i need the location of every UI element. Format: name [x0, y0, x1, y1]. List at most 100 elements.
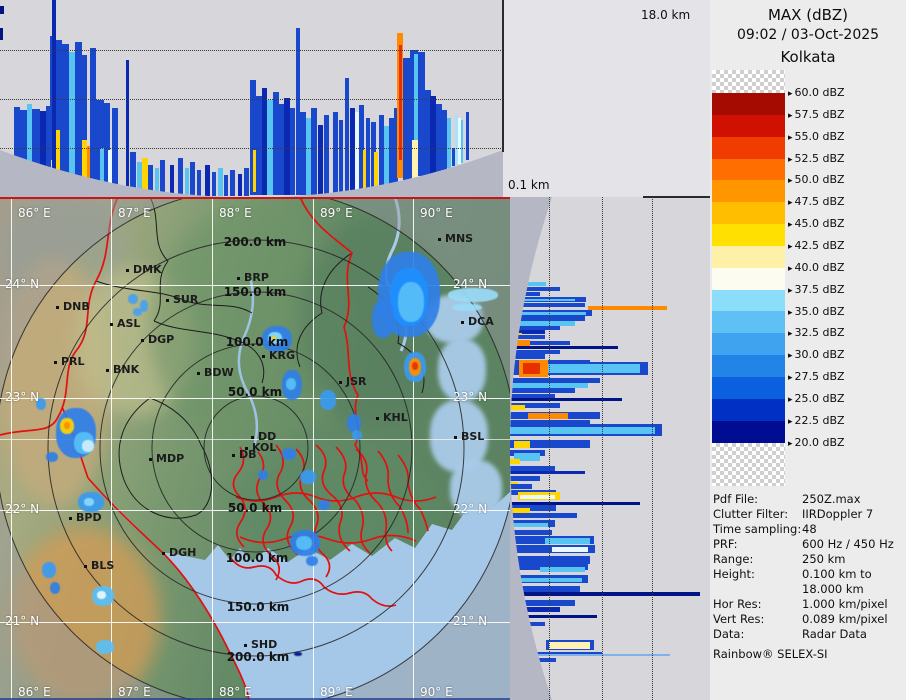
longitude-label: 90° E: [420, 206, 453, 220]
colorbar-tick: ▸ 47.5 dBZ: [788, 195, 845, 208]
tick-label: 37.5 dBZ: [794, 282, 845, 296]
latitude-label: 22° N: [5, 502, 40, 516]
radar-echo: [64, 422, 70, 429]
echo-bar: [366, 118, 370, 196]
colorbar-band-below-min: [712, 442, 785, 486]
corner-box: 18.0 km 0.1 km: [503, 0, 710, 197]
echo-bar: [510, 523, 548, 527]
colorbar-tick: ▸ 55.0 dBZ: [788, 130, 845, 143]
echo-bar: [178, 158, 183, 195]
tick-label: 25.0 dBZ: [794, 391, 845, 405]
station-label-jsr: JSR: [346, 375, 367, 388]
colorbar-band: [712, 136, 785, 159]
colorbar-band: [712, 224, 785, 246]
station-label-dnb: DNB: [63, 300, 90, 313]
radar-echo: [258, 470, 268, 480]
station-label-db: DB: [239, 448, 257, 461]
latitude-label: 24° N: [5, 277, 40, 291]
echo-bar: [230, 170, 235, 196]
echo-bar: [212, 172, 216, 196]
height-gridline: [0, 50, 503, 51]
metadata-label: Data:: [713, 627, 745, 641]
echo-bar: [540, 567, 585, 572]
echo-bar: [185, 168, 189, 196]
metadata-label: Vert Res:: [713, 612, 765, 626]
range-ring-label: 200.0 km: [223, 235, 287, 249]
metadata-label: Time sampling:: [713, 522, 802, 536]
colorbar-band: [712, 158, 785, 181]
station-label-bpd: BPD: [76, 511, 102, 524]
radar-echo: [42, 562, 56, 578]
radar-echo: [452, 304, 482, 311]
station-label-mdp: MDP: [156, 452, 185, 465]
tick-label: 47.5 dBZ: [794, 195, 845, 209]
radar-echo: [412, 362, 418, 370]
echo-bar: [218, 168, 223, 196]
echo-bar: [552, 547, 588, 552]
colorbar-tick: ▸ 32.5 dBZ: [788, 326, 845, 339]
latitude-label: 21° N: [5, 614, 40, 628]
echo-bar: [318, 125, 323, 195]
station-dot-krg: [262, 355, 265, 358]
station-label-brp: BRP: [244, 271, 269, 284]
station-label-dca: DCA: [468, 315, 494, 328]
latitude-label: 22° N: [453, 502, 488, 516]
radar-echo: [97, 591, 106, 599]
echo-bar: [190, 162, 195, 196]
echo-bar: [545, 538, 590, 544]
tick-label: 40.0 dBZ: [794, 260, 845, 274]
longitude-label: 89° E: [320, 685, 353, 699]
echo-bar: [510, 303, 585, 307]
station-dot-prl: [54, 361, 57, 364]
metadata-value: 1.000 km/pixel: [802, 597, 888, 611]
software-vendor: Rainbow® SELEX-SI: [713, 647, 828, 661]
range-ring-label: 150.0 km: [226, 600, 290, 614]
station-label-mns: MNS: [445, 232, 474, 245]
metadata-label: Height:: [713, 567, 755, 581]
tick-arrow-icon: ▸: [788, 263, 793, 274]
echo-bar: [510, 592, 700, 596]
latitude-label: 24° N: [453, 277, 488, 291]
height-gridline: [0, 148, 503, 149]
metadata-label: Range:: [713, 552, 754, 566]
echo-bar: [238, 174, 242, 196]
height-gridline: [602, 197, 603, 700]
radar-echo: [282, 448, 296, 460]
echo-bar: [62, 44, 69, 188]
station-dot-dca: [461, 321, 464, 324]
echo-bar: [0, 6, 4, 14]
tick-label: 22.5 dBZ: [794, 413, 845, 427]
station-dot-bls: [84, 565, 87, 568]
colorbar-band: [712, 376, 785, 399]
echo-bar: [530, 341, 570, 345]
tick-label: 60.0 dBZ: [794, 86, 845, 99]
tick-arrow-icon: ▸: [788, 307, 793, 318]
height-gridline: [549, 197, 550, 700]
tick-label: 50.0 dBZ: [794, 173, 845, 187]
radar-echo: [82, 440, 94, 452]
echo-bar: [510, 282, 546, 286]
colorbar-tick: ▸ 42.5 dBZ: [788, 239, 845, 252]
radar-echo: [96, 640, 114, 654]
colorbar-band: [712, 289, 785, 312]
echo-bar: [528, 413, 568, 419]
echo-bar: [333, 112, 338, 196]
radar-echo: [128, 294, 138, 304]
echo-bar: [447, 118, 451, 168]
echo-bar: [311, 108, 317, 195]
tick-arrow-icon: ▸: [788, 373, 793, 384]
tick-arrow-icon: ▸: [788, 154, 793, 165]
radar-echo: [296, 536, 312, 550]
station-label-bsl: BSL: [461, 430, 485, 443]
map-top-border: [0, 197, 510, 199]
echo-bar: [510, 335, 545, 339]
station-dot-dd: [251, 436, 254, 439]
height-gridline: [652, 197, 653, 700]
right-panel-top-border: [643, 197, 710, 198]
right-height-profile-panel: [510, 197, 710, 700]
meridian-line: [212, 197, 213, 700]
metadata-row: Hor Res: 1.000 km/pixel: [713, 597, 905, 612]
echo-bar: [523, 363, 540, 374]
station-dot-dgh: [162, 552, 165, 555]
metadata-row: Vert Res: 0.089 km/pixel: [713, 612, 905, 627]
